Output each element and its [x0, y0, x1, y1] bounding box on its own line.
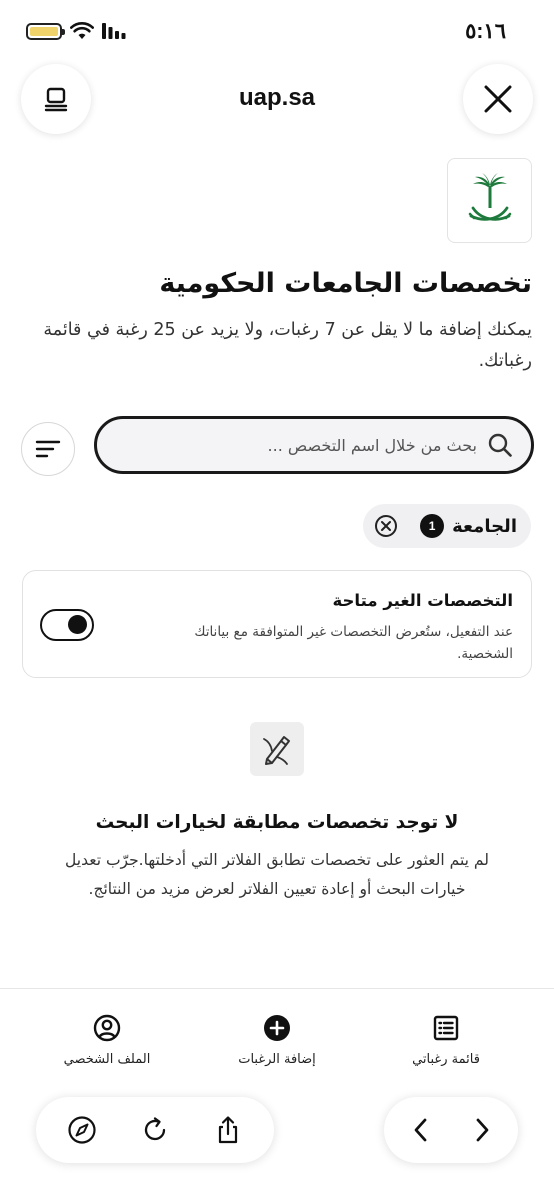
toggle-title: التخصصات الغير متاحة: [332, 591, 513, 610]
bottom-divider: [0, 988, 554, 989]
status-bar: ٥:١٦: [0, 0, 554, 62]
filter-chip-university[interactable]: الجامعة 1: [363, 504, 531, 548]
share-icon: [218, 1116, 237, 1144]
unavailable-majors-toggle[interactable]: [40, 609, 94, 641]
edit-pen-icon: [263, 736, 290, 765]
reload-button[interactable]: [137, 1112, 173, 1148]
profile-icon: [93, 1014, 121, 1042]
list-icon: [433, 1015, 459, 1041]
nav-label-add-wishes: إضافة الرغبات: [238, 1052, 316, 1067]
filter-chip-count: 1: [420, 514, 445, 538]
empty-state-description: لم يتم العثور على تخصصات تطابق الفلاتر ا…: [65, 851, 489, 898]
reload-icon: [144, 1117, 166, 1141]
compass-icon: [68, 1116, 96, 1144]
browser-top-bar: uap.sa: [0, 62, 554, 136]
toggle-knob: [68, 615, 87, 634]
saudi-emblem-icon: [468, 172, 511, 221]
remove-filter-icon[interactable]: [374, 514, 398, 538]
filter-chip-text: الجامعة: [452, 515, 517, 537]
back-button[interactable]: [403, 1112, 439, 1148]
battery-icon: [26, 22, 65, 40]
search-box[interactable]: [94, 416, 534, 474]
chevron-right-icon: [476, 1118, 488, 1142]
nav-item-add-wishes[interactable]: إضافة الرغبات: [212, 1014, 342, 1067]
filter-lines-icon: [35, 440, 61, 458]
logo: [447, 158, 532, 243]
wifi-icon: [70, 22, 94, 39]
browser-toolbar-actions: [36, 1097, 274, 1163]
forward-button[interactable]: [464, 1112, 500, 1148]
close-button[interactable]: [463, 64, 533, 134]
compass-button[interactable]: [64, 1112, 100, 1148]
chevron-left-icon: [414, 1118, 426, 1142]
unavailable-majors-card: التخصصات الغير متاحة عند التفعيل، ستُعرض…: [22, 570, 532, 678]
toggle-description: عند التفعيل، ستُعرض التخصصات غير المتواف…: [194, 624, 513, 662]
status-time: ٥:١٦: [465, 19, 506, 43]
signal-icon: [102, 23, 126, 39]
filter-chip-label: الجامعة 1: [420, 514, 517, 538]
nav-item-profile[interactable]: الملف الشخصي: [42, 1014, 172, 1067]
close-icon: [484, 85, 512, 113]
search-icon: [488, 433, 512, 457]
nav-label-profile: الملف الشخصي: [63, 1052, 151, 1067]
nav-label-wish-list: قائمة رغباتي: [412, 1052, 480, 1067]
search-input[interactable]: [113, 435, 477, 455]
empty-state-title: لا توجد تخصصات مطابقة لخيارات البحث: [95, 812, 459, 833]
page-subtitle: يمكنك إضافة ما لا يقل عن 7 رغبات، ولا يز…: [43, 320, 532, 371]
filter-button[interactable]: [21, 422, 75, 476]
status-icons: [26, 22, 126, 40]
page-title: تخصصات الجامعات الحكومية: [159, 268, 532, 299]
nav-item-wish-list[interactable]: قائمة رغباتي: [381, 1014, 511, 1067]
add-circle-icon: [264, 1015, 290, 1041]
empty-state-icon-box: [250, 722, 304, 776]
bottom-nav: الملف الشخصي إضافة الرغبات قائمة رغباتي: [0, 1014, 554, 1084]
browser-toolbar-navigation: [384, 1097, 518, 1163]
share-button[interactable]: [210, 1112, 246, 1148]
